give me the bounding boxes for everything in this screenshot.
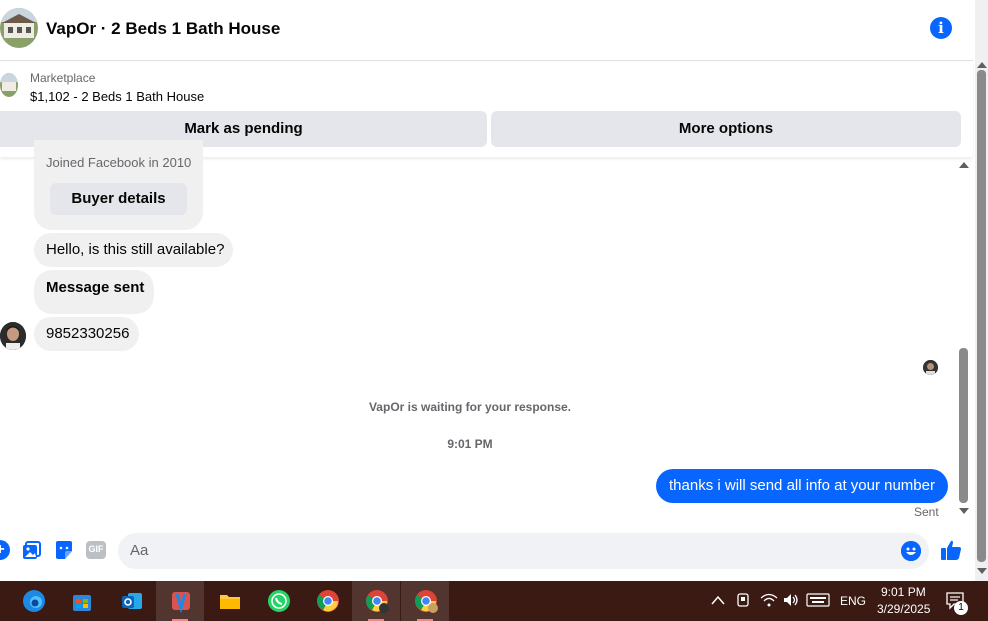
taskbar-chrome-profile-c[interactable] [352, 581, 400, 621]
taskbar-whatsapp[interactable] [254, 581, 302, 621]
info-icon[interactable]: i [930, 17, 952, 39]
window-scroll-up-icon[interactable] [977, 62, 987, 68]
window-scrollbar-thumb[interactable] [977, 70, 986, 562]
windows-taskbar: ENG 9:01 PM 3/29/2025 1 [0, 581, 988, 621]
sticker-icon[interactable] [54, 540, 74, 560]
edge-icon [23, 590, 45, 612]
chat-header: VapOr · 2 Beds 1 Bath House i [0, 0, 973, 61]
scroll-down-arrow-icon[interactable] [959, 508, 969, 514]
seen-indicator-avatar [923, 360, 938, 375]
sender-avatar[interactable] [0, 322, 26, 350]
message-input-placeholder: Aa [130, 542, 149, 559]
taskbar-outlook[interactable] [107, 581, 155, 621]
keyboard-icon[interactable] [806, 593, 830, 607]
chrome-profile-icon [366, 590, 389, 613]
waiting-notice: VapOr is waiting for your response. [368, 400, 572, 414]
scroll-up-arrow-icon[interactable] [959, 162, 969, 168]
taskbar-file-explorer[interactable] [205, 581, 253, 621]
clock-date[interactable]: 3/29/2025 [877, 602, 930, 616]
language-indicator[interactable]: ENG [840, 594, 866, 608]
gif-label: GIF [88, 544, 104, 554]
message-status: Sent [914, 505, 939, 519]
incoming-message: Hello, is this still available? [34, 233, 233, 267]
emoji-icon[interactable] [901, 541, 921, 561]
buyer-profile-card: Joined Facebook in 2010 Buyer details [34, 140, 203, 230]
volume-icon[interactable] [782, 592, 800, 608]
chevron-up-icon[interactable] [711, 595, 725, 605]
message-composer: + GIF Aa [0, 527, 973, 575]
message-input[interactable]: Aa [118, 533, 929, 569]
chrome-profile-icon [415, 590, 438, 613]
outlook-icon [122, 593, 142, 609]
wifi-icon[interactable] [760, 592, 778, 608]
taskbar-active-app[interactable] [156, 581, 204, 621]
outgoing-message: thanks i will send all info at your numb… [656, 469, 948, 503]
listing-thumbnail[interactable] [0, 8, 38, 48]
notification-badge: 1 [954, 601, 968, 615]
incoming-message: 9852330256 [34, 317, 139, 351]
message-timestamp: 9:01 PM [447, 437, 493, 451]
buyer-details-button[interactable]: Buyer details [50, 183, 187, 215]
store-icon [73, 595, 91, 611]
chrome-icon [317, 590, 339, 612]
chat-scrollbar-thumb[interactable] [959, 348, 968, 503]
listing-price-title[interactable]: $1,102 - 2 Beds 1 Bath House [30, 89, 204, 104]
clock-time[interactable]: 9:01 PM [881, 585, 926, 599]
incoming-message: Message sent [34, 270, 154, 314]
folder-icon [220, 595, 240, 609]
listing-mini-thumbnail[interactable] [0, 73, 18, 97]
gif-icon[interactable]: GIF [86, 540, 106, 560]
taskbar-edge[interactable] [9, 581, 57, 621]
app-icon [172, 592, 190, 613]
plus-icon[interactable]: + [0, 540, 10, 560]
more-options-button[interactable]: More options [491, 111, 961, 147]
marketplace-label: Marketplace [30, 71, 96, 85]
whatsapp-icon [268, 590, 290, 612]
photo-icon[interactable] [22, 540, 42, 560]
taskbar-chrome-profile-2[interactable] [401, 581, 449, 621]
taskbar-store[interactable] [57, 581, 105, 621]
taskbar-chrome[interactable] [303, 581, 351, 621]
joined-date: Joined Facebook in 2010 [46, 155, 192, 170]
window-scroll-down-icon[interactable] [977, 568, 987, 574]
meet-now-icon[interactable] [735, 592, 751, 608]
like-icon[interactable] [940, 539, 962, 561]
conversation-title[interactable]: VapOr · 2 Beds 1 Bath House [46, 19, 280, 39]
